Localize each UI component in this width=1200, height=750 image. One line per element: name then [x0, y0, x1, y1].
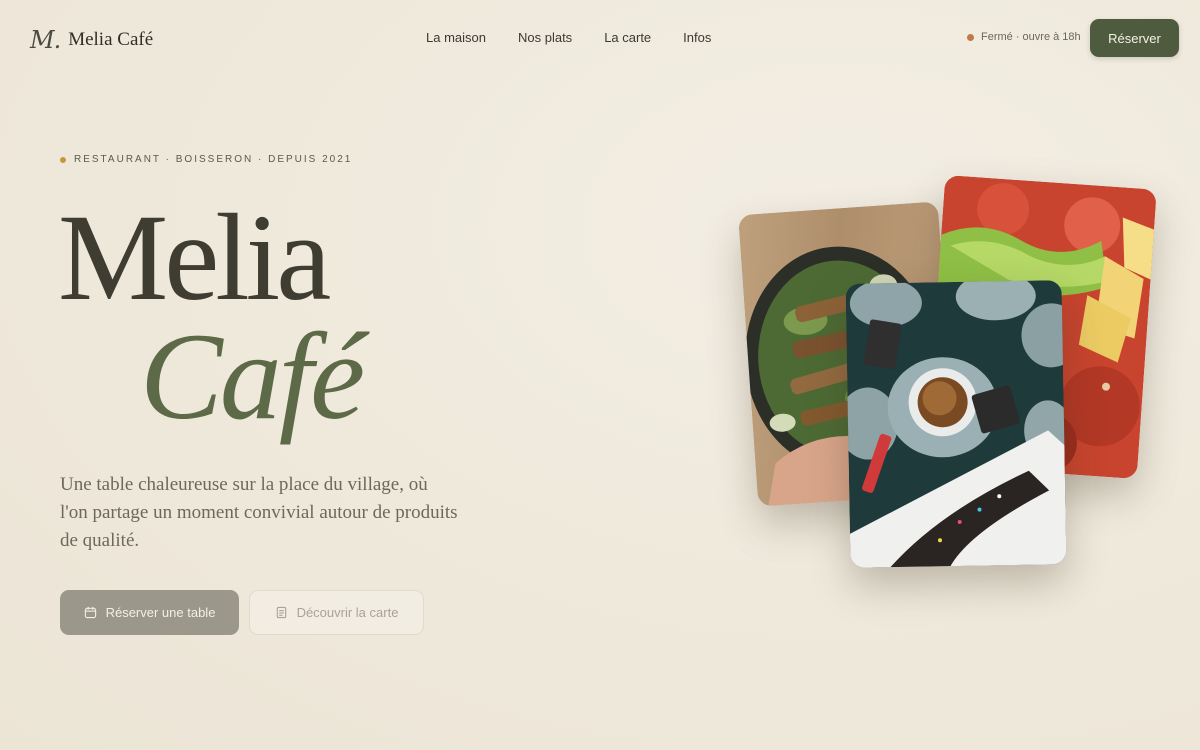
status-dot-icon [967, 33, 974, 41]
discover-menu-label: Découvrir la carte [296, 605, 399, 620]
calendar-icon [84, 606, 96, 619]
reserve-table-button[interactable]: Réserver une table [60, 590, 239, 635]
logo-text: Melia Café [68, 29, 154, 50]
nav-item-nos-plats[interactable]: Nos plats [518, 30, 572, 45]
top-nav: M. Melia Café La maison Nos plats La car… [0, 0, 1200, 76]
logo-mark: M. [30, 26, 61, 54]
eyebrow-dot-icon [60, 156, 66, 163]
hero-title-line2: Café [140, 308, 365, 445]
logo[interactable]: M. Melia Café [30, 26, 153, 54]
nav-item-la-maison[interactable]: La maison [426, 30, 486, 45]
discover-menu-button[interactable]: Découvrir la carte [249, 590, 424, 635]
hero-tagline: Une table chaleureuse sur la place du vi… [60, 474, 458, 551]
reserve-button[interactable]: Réserver [1090, 19, 1179, 57]
nav-item-infos[interactable]: Infos [683, 30, 711, 45]
nav-item-la-carte[interactable]: La carte [604, 30, 651, 45]
menu-card-icon [276, 606, 286, 619]
opening-status: Fermé · ouvre à 18h [967, 31, 1081, 43]
eyebrow-text: RESTAURANT · BOISSERON · DEPUIS 2021 [74, 154, 353, 165]
hero-title-line1: Melia [58, 189, 331, 326]
reserve-table-label: Réserver une table [105, 605, 216, 620]
main-menu: La maison Nos plats La carte Infos [426, 30, 711, 45]
photo-coffee [845, 280, 1067, 568]
hero-eyebrow: RESTAURANT · BOISSERON · DEPUIS 2021 [60, 154, 352, 165]
status-text: Fermé · ouvre à 18h [981, 31, 1081, 43]
